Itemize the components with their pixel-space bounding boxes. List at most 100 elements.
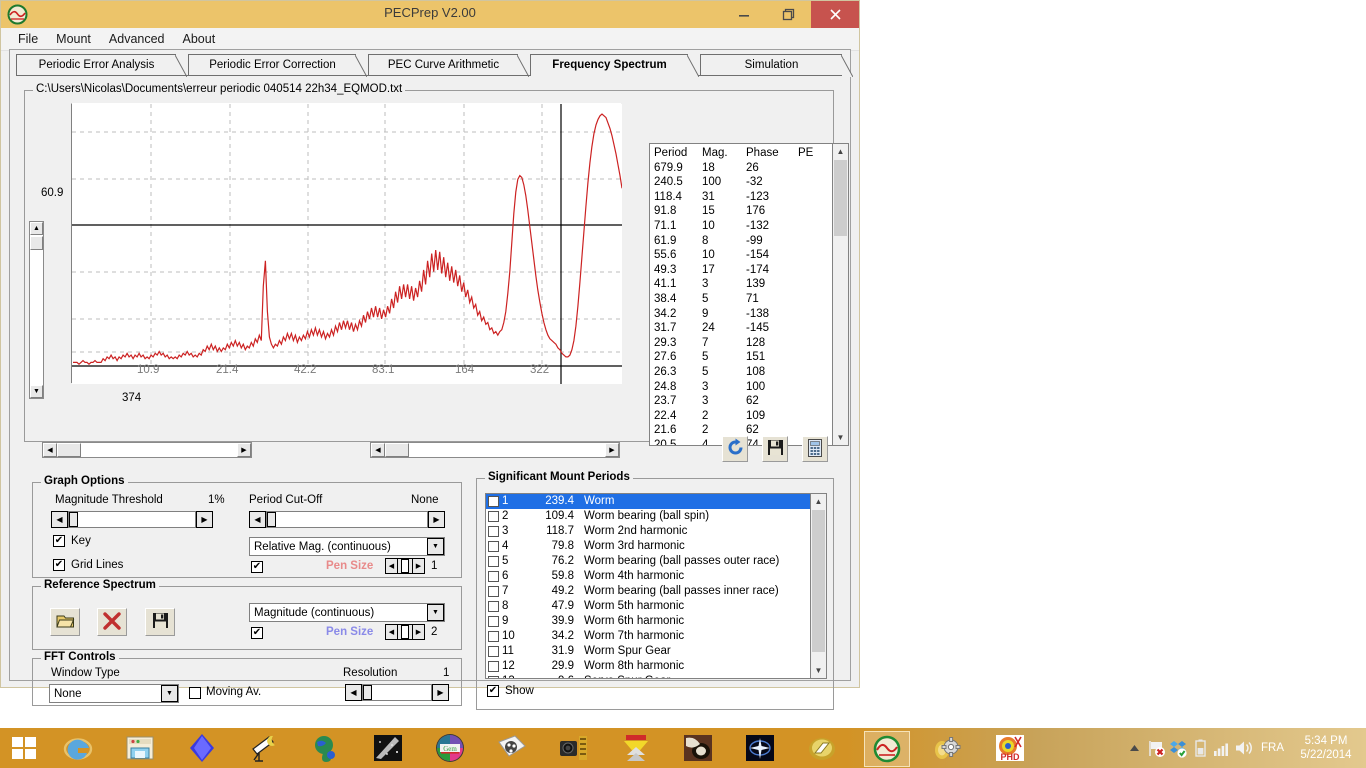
language-indicator[interactable]: FRA <box>1255 742 1290 754</box>
data-scroll-down-icon[interactable]: ▼ <box>833 430 848 445</box>
taskbar-starmap-app[interactable] <box>744 732 776 764</box>
cutoff-track[interactable] <box>266 511 428 528</box>
display-enable-checkbox[interactable]: ✔ <box>251 561 263 573</box>
table-row[interactable]: 55.6 10 -154 <box>654 248 836 263</box>
battery-icon[interactable] <box>1189 728 1211 768</box>
resolution-thumb[interactable] <box>363 685 372 700</box>
list-item[interactable]: 9 39.9 Worm 6th harmonic <box>486 614 826 629</box>
chart-hscroll-left[interactable]: ◀ ▶ <box>42 442 252 458</box>
reference-pen-size-spinner[interactable]: ◀ ▶ <box>385 624 425 640</box>
slider-right-arrow-icon[interactable]: ▶ <box>196 511 213 528</box>
table-row[interactable]: 29.3 7 128 <box>654 336 836 351</box>
taskbar-eyepiece-app[interactable] <box>682 732 714 764</box>
list-item[interactable]: 139.6Servo Spur Gear <box>486 674 826 678</box>
save-spectrum-button[interactable] <box>762 436 788 462</box>
cutoff-thumb[interactable] <box>267 512 276 527</box>
period-checkbox[interactable] <box>488 601 499 612</box>
maximize-button[interactable] <box>766 1 811 28</box>
close-button[interactable] <box>811 1 859 28</box>
tab-pec-curve-arithmetic[interactable]: PEC Curve Arithmetic <box>368 54 529 77</box>
period-checkbox[interactable] <box>488 631 499 642</box>
chart-vertical-scrollbar[interactable]: ▲ ▼ <box>29 221 44 399</box>
tab-periodic-error-analysis[interactable]: Periodic Error Analysis <box>16 54 187 77</box>
clock[interactable]: 5:34 PM 5/22/2014 <box>1290 734 1366 762</box>
taskbar-skychart-app[interactable] <box>372 732 404 764</box>
ref-pen-increment-icon[interactable]: ▶ <box>412 624 425 640</box>
table-row[interactable]: 91.8 15 176 <box>654 204 836 219</box>
slider-left-arrow-icon[interactable]: ◀ <box>51 511 68 528</box>
period-checkbox[interactable] <box>488 646 499 657</box>
table-row[interactable]: 23.7 3 62 <box>654 394 836 409</box>
taskbar-funnel-app[interactable] <box>620 732 652 764</box>
table-row[interactable]: 34.2 9 -138 <box>654 307 836 322</box>
table-row[interactable]: 118.4 31 -123 <box>654 190 836 205</box>
taskbar-compass-app[interactable] <box>806 732 838 764</box>
menu-item-advanced[interactable]: Advanced <box>100 30 174 48</box>
scroll-down-arrow-icon[interactable]: ▼ <box>30 385 43 398</box>
table-row[interactable]: 24.8 3 100 <box>654 380 836 395</box>
volume-icon[interactable] <box>1233 728 1255 768</box>
chart-hscroll-right[interactable]: ◀ ▶ <box>370 442 620 458</box>
vertical-scroll-thumb[interactable] <box>30 236 43 250</box>
period-checkbox[interactable] <box>488 526 499 537</box>
ref-pen-decrement-icon[interactable]: ◀ <box>385 624 398 640</box>
signal-icon[interactable] <box>1211 728 1233 768</box>
resolution-slider[interactable]: ◀ ▶ <box>345 684 449 701</box>
scroll-up-arrow-icon[interactable]: ▲ <box>30 222 43 235</box>
taskbar-gemini-app[interactable]: Gem <box>434 732 466 764</box>
window-type-combo[interactable]: None ▼ <box>49 684 179 703</box>
spectrum-data-list[interactable]: Period Mag. Phase PE 679.9 18 26 240.5 100 -3… <box>649 143 849 446</box>
list-item[interactable]: 8 47.9 Worm 5th harmonic <box>486 599 826 614</box>
save-reference-button[interactable] <box>145 608 175 636</box>
cutoff-left-arrow-icon[interactable]: ◀ <box>249 511 266 528</box>
calculator-button[interactable] <box>802 436 828 462</box>
taskbar-file-explorer[interactable] <box>124 732 156 764</box>
table-row[interactable]: 22.4 2 109 <box>654 409 836 424</box>
period-checkbox[interactable] <box>488 676 499 678</box>
show-hidden-icons-button[interactable] <box>1123 728 1145 768</box>
periods-scrollbar[interactable]: ▲ ▼ <box>810 494 826 678</box>
hscroll2-thumb[interactable] <box>385 443 409 457</box>
reference-enable-checkbox[interactable]: ✔ <box>251 627 263 639</box>
ref-pen-thumb[interactable] <box>401 625 409 639</box>
period-checkbox[interactable] <box>488 571 499 582</box>
data-list-scrollbar[interactable]: ▲ ▼ <box>832 144 848 445</box>
ref-pen-track[interactable] <box>398 624 412 640</box>
taskbar-globe-app[interactable] <box>310 732 342 764</box>
list-item[interactable]: 7 49.2 Worm bearing (ball passes inner rac… <box>486 584 826 599</box>
list-item[interactable]: 1 239.4 Worm <box>486 494 826 509</box>
chevron-down-icon[interactable]: ▼ <box>427 538 444 555</box>
periods-scroll-down-icon[interactable]: ▼ <box>811 663 826 678</box>
period-checkbox[interactable] <box>488 661 499 672</box>
table-row[interactable]: 41.1 3 139 <box>654 277 836 292</box>
list-item[interactable]: 2 109.4 Worm bearing (ball spin) <box>486 509 826 524</box>
table-row[interactable]: 31.7 24 -145 <box>654 321 836 336</box>
minimize-button[interactable] <box>721 1 766 28</box>
taskbar-diamond-app[interactable] <box>186 732 218 764</box>
taskbar-telescope-app[interactable] <box>248 732 280 764</box>
hscroll-right-arrow-icon[interactable]: ▶ <box>237 443 251 457</box>
data-scroll-thumb[interactable] <box>834 160 847 236</box>
slider-thumb[interactable] <box>69 512 78 527</box>
table-row[interactable]: 27.6 5 151 <box>654 350 836 365</box>
taskbar-gear-app[interactable] <box>930 732 962 764</box>
list-item[interactable]: 10 34.2 Worm 7th harmonic <box>486 629 826 644</box>
data-scroll-up-icon[interactable]: ▲ <box>833 144 848 159</box>
resolution-left-arrow-icon[interactable]: ◀ <box>345 684 362 701</box>
start-button[interactable] <box>0 728 48 768</box>
taskbar-phd-app[interactable]: PHD <box>994 732 1026 764</box>
taskbar-internet-explorer[interactable] <box>62 732 94 764</box>
refresh-button[interactable] <box>722 436 748 462</box>
period-checkbox[interactable] <box>488 586 499 597</box>
periods-scroll-thumb[interactable] <box>812 510 825 652</box>
taskbar-camera-app[interactable] <box>558 732 590 764</box>
menu-item-file[interactable]: File <box>9 30 47 48</box>
pen-increment-icon[interactable]: ▶ <box>412 558 425 574</box>
graph-pen-size-spinner[interactable]: ◀ ▶ <box>385 558 425 574</box>
table-row[interactable]: 49.3 17 -174 <box>654 263 836 278</box>
taskbar-film-app[interactable] <box>496 732 528 764</box>
tab-periodic-error-correction[interactable]: Periodic Error Correction <box>188 54 367 77</box>
network-flag-icon[interactable] <box>1145 728 1167 768</box>
delete-reference-button[interactable] <box>97 608 127 636</box>
key-checkbox[interactable]: ✔ <box>53 535 65 547</box>
